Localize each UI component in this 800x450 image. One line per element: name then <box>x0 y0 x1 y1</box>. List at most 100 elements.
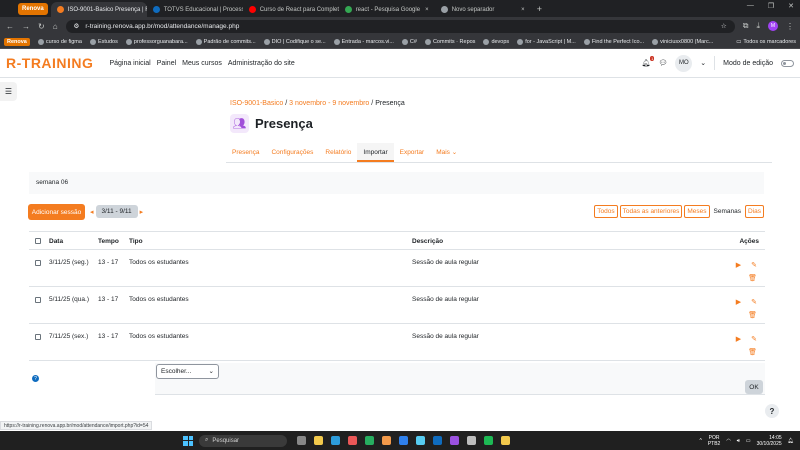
browser-menu-icon[interactable]: ⋮ <box>786 22 794 31</box>
tab-exportar[interactable]: Exportar <box>394 143 431 162</box>
select-all-checkbox[interactable] <box>35 238 41 244</box>
notifications-icon[interactable]: 🔔︎ 1 <box>642 56 655 67</box>
battery-icon[interactable]: ▭ <box>746 438 751 444</box>
take-attendance-icon[interactable]: ▶ <box>736 335 741 343</box>
browser-tab[interactable]: ISO-9001-Basico Presença | R× <box>50 2 147 17</box>
bookmark-item[interactable]: Padrão de commits... <box>195 38 256 45</box>
close-tab-icon[interactable]: × <box>521 7 525 13</box>
row-checkbox[interactable] <box>35 334 41 340</box>
extensions-icon[interactable]: ⧉ <box>743 21 749 31</box>
help-icon[interactable]: ? <box>32 375 39 382</box>
row-checkbox[interactable] <box>35 297 41 303</box>
site-logo[interactable]: R-TRAINING <box>6 55 93 71</box>
chrome-icon[interactable] <box>382 436 391 445</box>
view-todos[interactable]: Todos <box>594 205 618 218</box>
bookmark-item[interactable]: professorguanabara... <box>125 38 188 45</box>
vscode-icon[interactable] <box>399 436 408 445</box>
site-info-icon[interactable]: ⚙ <box>74 22 80 30</box>
browser-tab[interactable]: TOTVS Educacional | Processo× <box>147 2 243 17</box>
view-todas-as-anteriores[interactable]: Todas as anteriores <box>619 205 683 218</box>
user-avatar[interactable]: MO <box>675 54 693 72</box>
next-week-icon[interactable]: ▸ <box>140 208 144 216</box>
header-time[interactable]: Tempo <box>98 238 119 245</box>
nav-link[interactable]: Painel <box>157 60 176 67</box>
app-icon[interactable] <box>416 436 425 445</box>
language-indicator[interactable]: POR PTB2 <box>708 435 721 447</box>
delete-icon[interactable]: 🗑︎ <box>748 274 757 282</box>
clock[interactable]: 14:05 30/10/2025 <box>757 435 782 447</box>
view-meses[interactable]: Meses <box>684 205 710 218</box>
bookmark-item[interactable]: Entrada - marcos.vi... <box>333 38 394 45</box>
bookmark-item[interactable]: viniciusx0800 (Marc... <box>652 38 713 45</box>
ok-button[interactable]: OK <box>745 380 763 394</box>
volume-icon[interactable]: 🔊︎ <box>737 438 740 444</box>
bookmark-item[interactable]: Commits · Repos <box>424 38 475 45</box>
bookmark-star-icon[interactable]: ☆ <box>721 22 727 30</box>
app-icon[interactable] <box>348 436 357 445</box>
edit-icon[interactable]: ✎ <box>751 261 757 269</box>
notification-center-icon[interactable]: 🔔︎ <box>788 438 794 444</box>
bookmark-item[interactable]: Estudos <box>89 38 118 45</box>
edit-icon[interactable]: ✎ <box>751 298 757 306</box>
edge-icon[interactable] <box>331 436 340 445</box>
nav-link[interactable]: Administração do site <box>228 60 295 67</box>
all-bookmarks-folder[interactable]: ▭ Todos os marcadores <box>736 39 796 45</box>
new-tab-button[interactable]: + <box>531 2 548 17</box>
bookmark-item[interactable]: C# <box>401 38 417 45</box>
bookmark-item[interactable]: curso de figma <box>37 38 82 45</box>
bookmark-renova[interactable]: Renova <box>4 37 30 46</box>
delete-icon[interactable]: 🗑︎ <box>748 311 757 319</box>
user-menu-chevron-icon[interactable]: ⌄ <box>700 59 706 67</box>
task-view-icon[interactable] <box>297 436 306 445</box>
nav-link[interactable]: Meus cursos <box>182 60 222 67</box>
help-fab-icon[interactable]: ? <box>765 404 779 418</box>
tab-importar[interactable]: Importar <box>357 143 394 162</box>
chrome-icon[interactable] <box>501 436 510 445</box>
browser-tab[interactable]: Novo separador × <box>435 2 531 17</box>
app-icon[interactable] <box>450 436 459 445</box>
bookmark-item[interactable]: for - JavaScript | M... <box>517 38 576 45</box>
header-date[interactable]: Data <box>49 238 63 245</box>
profile-avatar[interactable]: M <box>768 21 778 31</box>
tab-mais[interactable]: Mais ⌄ <box>430 143 463 162</box>
outlook-icon[interactable] <box>433 436 442 445</box>
home-icon[interactable]: ⌂ <box>53 22 58 31</box>
url-input[interactable]: ⚙ r-training.renova.app.br/mod/attendanc… <box>65 19 735 33</box>
view-dias[interactable]: Dias <box>744 205 764 218</box>
bookmark-item[interactable]: DIO | Codifique o se... <box>263 38 326 45</box>
app-icon[interactable] <box>467 436 476 445</box>
app-icon[interactable] <box>365 436 374 445</box>
bookmark-item[interactable]: devops <box>483 38 509 45</box>
tab-configurações[interactable]: Configurações <box>265 143 319 162</box>
tab-relatório[interactable]: Relatório <box>319 143 357 162</box>
forward-icon[interactable]: → <box>22 22 30 31</box>
reload-icon[interactable]: ↻ <box>38 22 45 31</box>
tab-group-label[interactable]: Renova <box>18 3 48 15</box>
take-attendance-icon[interactable]: ▶ <box>736 298 741 306</box>
add-session-button[interactable]: Adicionar sessão <box>28 204 85 220</box>
take-attendance-icon[interactable]: ▶ <box>736 261 741 269</box>
downloads-icon[interactable]: ⤓ <box>756 21 760 31</box>
close-window-icon[interactable]: ✕ <box>788 2 794 10</box>
tray-chevron-icon[interactable]: ^ <box>699 438 701 444</box>
browser-tab[interactable]: react - Pesquisa Google × <box>339 2 435 17</box>
spotify-icon[interactable] <box>484 436 493 445</box>
previous-week-icon[interactable]: ◂ <box>90 208 94 216</box>
breadcrumb-section[interactable]: 3 novembro - 9 novembro <box>289 100 369 107</box>
edit-mode-toggle[interactable] <box>781 59 794 67</box>
minimize-icon[interactable]: — <box>747 2 754 10</box>
nav-link[interactable]: Página inicial <box>109 60 150 67</box>
start-icon[interactable] <box>183 435 193 446</box>
delete-icon[interactable]: 🗑︎ <box>748 348 757 356</box>
view-semanas[interactable]: Semanas <box>712 206 743 217</box>
taskbar-search[interactable]: ⌕ Pesquisar <box>199 434 287 447</box>
back-icon[interactable]: ← <box>6 22 14 31</box>
date-range-button[interactable]: 3/11 - 9/11 <box>95 205 138 218</box>
messages-icon[interactable]: 💬︎ <box>658 59 667 67</box>
breadcrumb-course[interactable]: ISO-9001-Basico <box>230 100 283 107</box>
file-explorer-icon[interactable] <box>314 436 323 445</box>
maximize-icon[interactable]: ❐ <box>768 2 774 10</box>
edit-icon[interactable]: ✎ <box>751 335 757 343</box>
close-tab-icon[interactable]: × <box>425 7 429 13</box>
browser-tab[interactable]: Curso de React para Completo× <box>243 2 339 17</box>
